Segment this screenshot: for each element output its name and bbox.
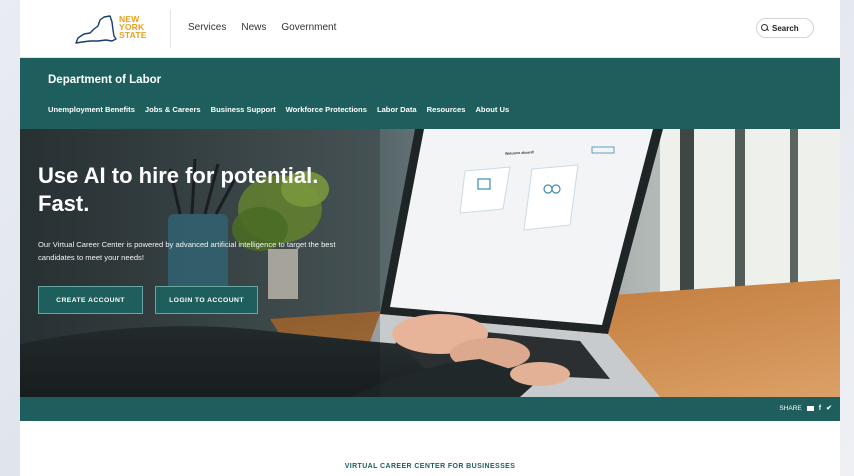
login-to-account-button[interactable]: LOGIN TO ACCOUNT <box>155 286 258 314</box>
header-divider <box>170 10 171 48</box>
top-nav: Services News Government <box>188 22 336 33</box>
nav-services[interactable]: Services <box>188 22 226 33</box>
hero-title: Use AI to hire for potential. Fast. <box>38 162 318 218</box>
hero-title-line-2: Fast. <box>38 191 90 216</box>
nav-government[interactable]: Government <box>281 22 336 33</box>
hero-description: Our Virtual Career Center is powered by … <box>38 240 336 262</box>
logo-line-state: STATE <box>119 30 147 40</box>
new-york-state-map-icon <box>75 15 117 44</box>
dept-nav-labor-data[interactable]: Labor Data <box>377 105 417 114</box>
nys-logo[interactable]: NEW YORK STATE <box>72 12 158 48</box>
share-links: SHARE f ✔ <box>779 404 832 413</box>
page: NEW YORK STATE Services News Government … <box>20 0 840 476</box>
nav-news[interactable]: News <box>241 22 266 33</box>
search-label: Search <box>772 23 799 33</box>
search-button[interactable]: Search <box>756 18 814 38</box>
department-title[interactable]: Department of Labor <box>48 74 161 86</box>
share-label: SHARE <box>779 404 802 412</box>
create-account-button[interactable]: CREATE ACCOUNT <box>38 286 143 314</box>
twitter-icon[interactable]: ✔ <box>826 404 832 412</box>
dept-nav-unemployment-benefits[interactable]: Unemployment Benefits <box>48 105 135 114</box>
dept-nav-workforce-protections[interactable]: Workforce Protections <box>286 105 367 114</box>
search-icon <box>761 24 769 32</box>
department-nav: Unemployment Benefits Jobs & Careers Bus… <box>48 105 509 114</box>
dept-nav-resources[interactable]: Resources <box>427 105 466 114</box>
dept-nav-about-us[interactable]: About Us <box>475 105 509 114</box>
dept-nav-business-support[interactable]: Business Support <box>211 105 276 114</box>
logo-wordmark: NEW YORK STATE <box>119 15 147 40</box>
hero-title-line-1: Use AI to hire for potential. <box>38 163 319 188</box>
hero-banner: Welcome aboard! Use AI to hire for poten… <box>20 129 840 397</box>
mail-icon[interactable] <box>806 405 814 411</box>
lower-section: VIRTUAL CAREER CENTER FOR BUSINESSES <box>20 421 840 476</box>
department-band: Department of Labor Unemployment Benefit… <box>20 58 840 129</box>
section-heading: VIRTUAL CAREER CENTER FOR BUSINESSES <box>344 463 516 470</box>
share-bar: SHARE f ✔ <box>20 397 840 421</box>
facebook-icon[interactable]: f <box>819 405 821 412</box>
top-header: NEW YORK STATE Services News Government … <box>20 0 840 58</box>
dept-nav-jobs-careers[interactable]: Jobs & Careers <box>145 105 201 114</box>
